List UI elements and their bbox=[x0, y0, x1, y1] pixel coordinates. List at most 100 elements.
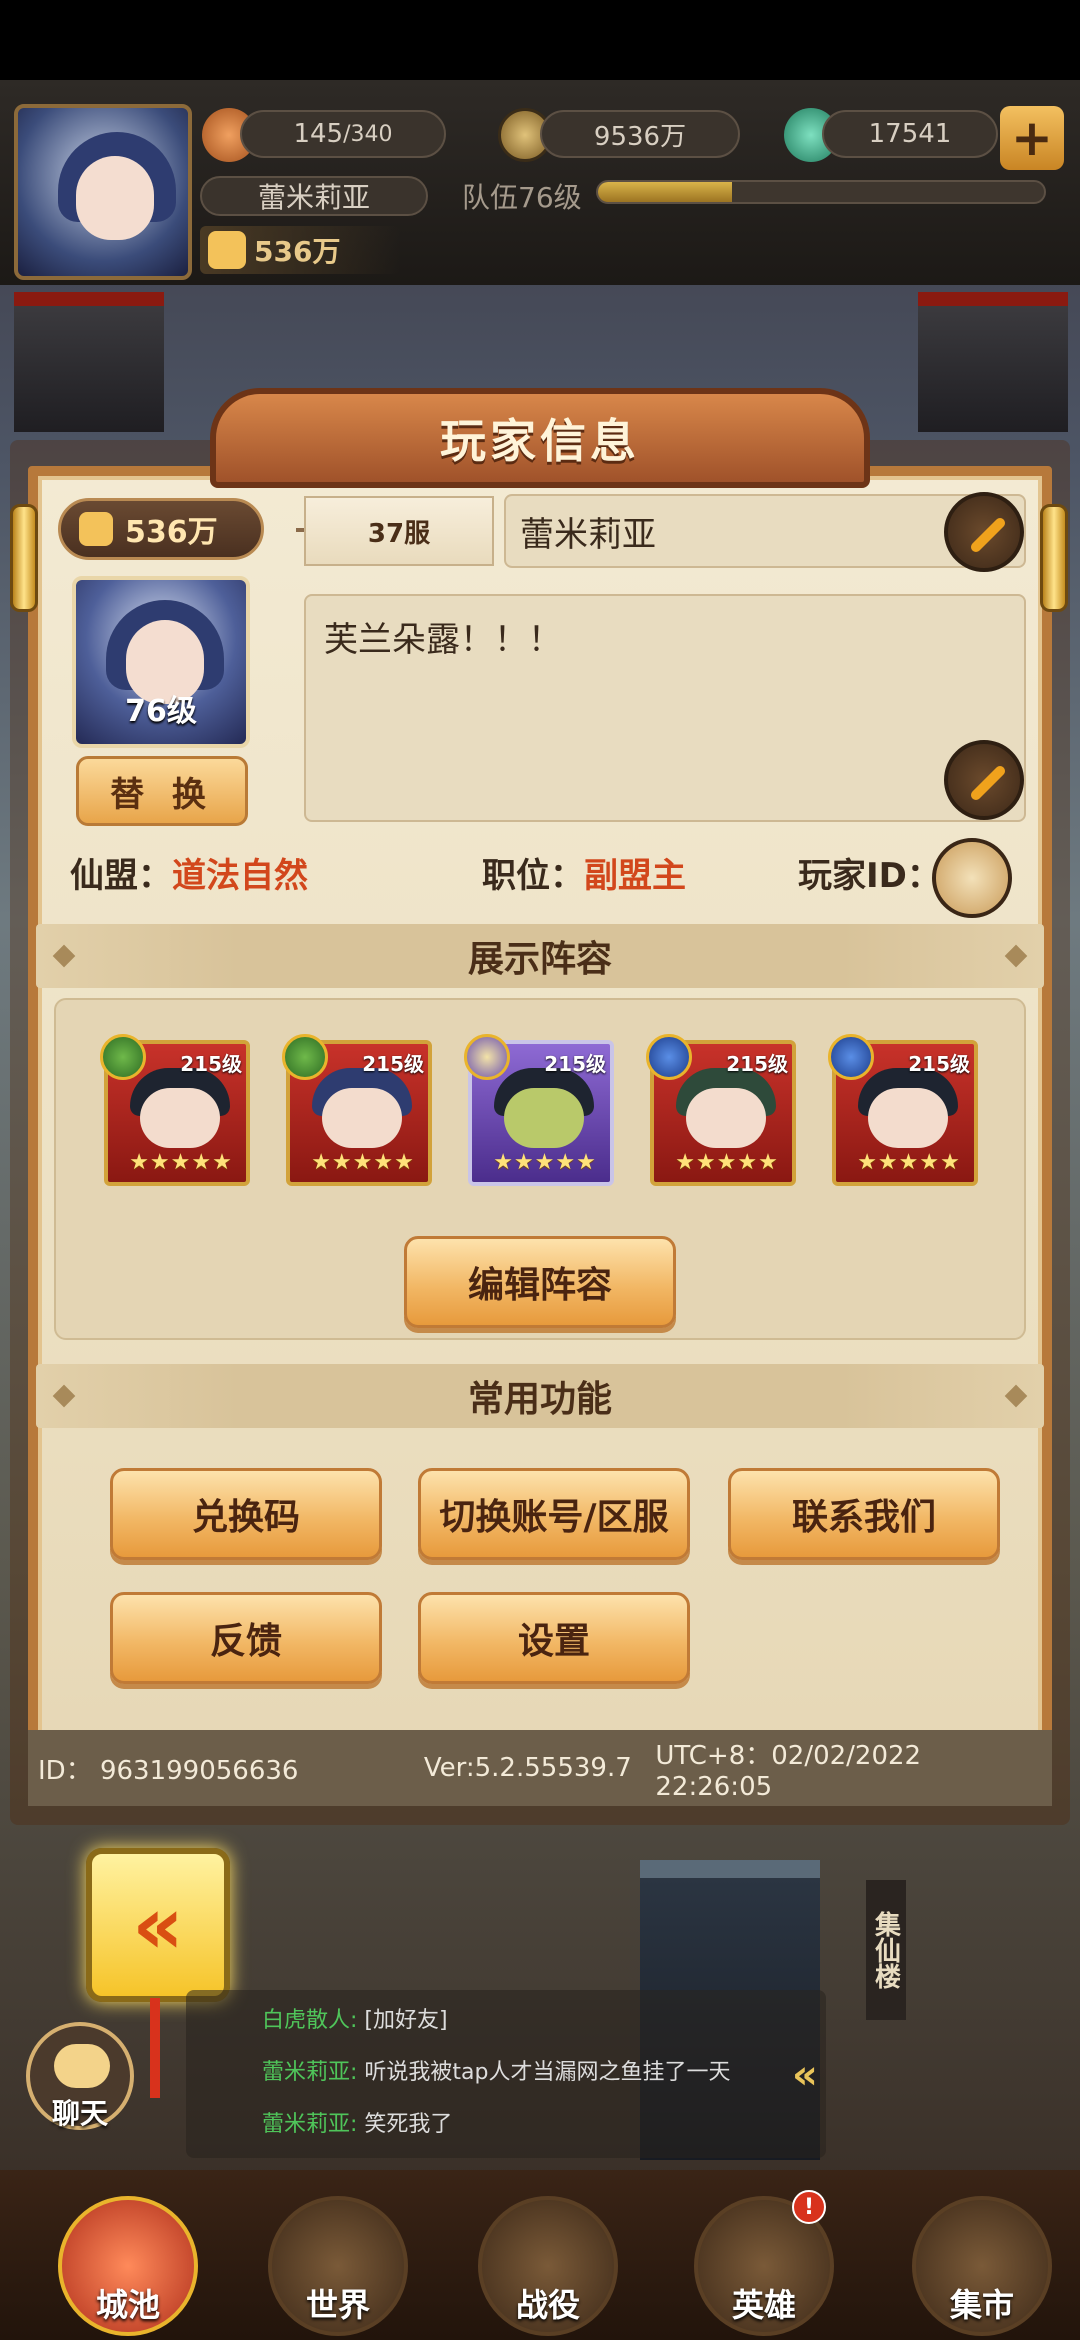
hero-stars: ★★★★★ bbox=[857, 1150, 961, 1175]
tab-label: 集市 bbox=[949, 2286, 1014, 2324]
hero-card[interactable]: 215级 ★★★★★ bbox=[464, 1034, 614, 1186]
lineup-section-header: 展示阵容 bbox=[36, 924, 1044, 988]
edit-name-button[interactable] bbox=[944, 492, 1024, 572]
tab-label: 战役 bbox=[515, 2286, 580, 2324]
diamond-decor-icon bbox=[52, 944, 76, 968]
moon-element-icon bbox=[464, 1034, 510, 1080]
chat-line: 白虎散人: [加好友] bbox=[262, 2002, 448, 2034]
guild-value: 道法自然 bbox=[172, 856, 308, 896]
tab-market[interactable]: 集市 bbox=[912, 2196, 1052, 2336]
role-value: 副盟主 bbox=[584, 856, 686, 896]
profile-avatar[interactable]: 76级 bbox=[72, 576, 250, 748]
hero-card[interactable]: 215级 ★★★★★ bbox=[100, 1034, 250, 1186]
drop-stick bbox=[150, 1998, 160, 2098]
water-element-icon bbox=[646, 1034, 692, 1080]
settings-button[interactable]: 设置 bbox=[418, 1592, 690, 1684]
tab-world[interactable]: 世界 bbox=[268, 2196, 408, 2336]
switch-account-button[interactable]: 切换账号/区服 bbox=[418, 1468, 690, 1560]
team-xp-bar bbox=[596, 180, 1046, 204]
hero-stars: ★★★★★ bbox=[129, 1150, 233, 1175]
hero-level: 215级 bbox=[180, 1052, 242, 1076]
tab-city[interactable]: 城池 bbox=[58, 2196, 198, 2336]
chat-line: 蕾米莉亚: 笑死我了 bbox=[262, 2106, 452, 2138]
power-value: 536万 bbox=[125, 515, 218, 550]
signature-text: 芙兰朵露！！！ bbox=[324, 620, 562, 660]
fist-power-icon bbox=[208, 231, 246, 269]
chat-sender: 白虎散人: bbox=[262, 2008, 358, 2033]
wood-element-icon bbox=[100, 1034, 146, 1080]
player-id-label: 玩家ID： bbox=[798, 856, 941, 896]
gold-counter: 9536万 bbox=[540, 110, 740, 158]
chat-button-label: 聊天 bbox=[51, 2097, 108, 2130]
signature-box[interactable]: 芙兰朵露！！！ bbox=[304, 594, 1026, 822]
team-level-label: 队伍76级 bbox=[462, 181, 582, 214]
hero-stars: ★★★★★ bbox=[311, 1150, 415, 1175]
chat-text: 笑死我了 bbox=[364, 2112, 453, 2137]
power-pill: 536万 bbox=[58, 498, 264, 560]
lineup-section-title: 展示阵容 bbox=[467, 939, 612, 980]
stamina-max: /340 bbox=[343, 121, 393, 147]
hero-face bbox=[868, 1088, 948, 1148]
diamond-decor-icon bbox=[52, 1384, 76, 1408]
right-lantern-decor bbox=[918, 292, 1068, 432]
hero-card[interactable]: 215级 ★★★★★ bbox=[282, 1034, 432, 1186]
hero-level: 215级 bbox=[908, 1052, 970, 1076]
chat-sender: 蕾米莉亚: bbox=[262, 2060, 358, 2085]
stamina-counter: 145/340 bbox=[240, 110, 446, 158]
timestamp: UTC+8：02/02/2022 22:26:05 bbox=[655, 1740, 922, 1802]
hud-power-value: 536万 bbox=[254, 235, 341, 268]
player-avatar[interactable] bbox=[14, 104, 192, 280]
recharge-plus-button[interactable]: + bbox=[1000, 106, 1064, 170]
hero-card[interactable]: 215级 ★★★★★ bbox=[828, 1034, 978, 1186]
diamond-decor-icon bbox=[1004, 1384, 1028, 1408]
server-tag: 37服 bbox=[304, 496, 494, 566]
fist-power-icon bbox=[79, 512, 113, 546]
account-id: ID： 963199056636 bbox=[38, 1755, 299, 1786]
hero-face bbox=[686, 1088, 766, 1148]
version-text: Ver:5.2.55539.7 bbox=[423, 1753, 632, 1783]
jade-counter: 17541 bbox=[822, 110, 998, 158]
back-button[interactable]: « bbox=[86, 1848, 230, 2002]
wood-element-icon bbox=[282, 1034, 328, 1080]
chat-line: 蕾米莉亚: 听说我被tap人才当漏网之鱼挂了一天 bbox=[262, 2054, 731, 2086]
background-sign: 集仙楼 bbox=[866, 1880, 906, 2020]
copy-id-button[interactable] bbox=[932, 838, 1012, 918]
swap-avatar-button[interactable]: 替 换 bbox=[76, 756, 248, 826]
right-gold-ornament bbox=[1040, 504, 1068, 612]
notification-badge: ! bbox=[792, 2190, 826, 2224]
role-row: 职位： 副盟主 bbox=[482, 848, 686, 897]
guild-row: 仙盟： 道法自然 bbox=[70, 848, 308, 897]
avatar-level: 76级 bbox=[125, 694, 197, 729]
left-gold-ornament bbox=[10, 504, 38, 612]
tab-label: 城池 bbox=[95, 2286, 160, 2324]
hero-card[interactable]: 215级 ★★★★★ bbox=[646, 1034, 796, 1186]
chat-panel[interactable]: 白虎散人: [加好友] 蕾米莉亚: 听说我被tap人才当漏网之鱼挂了一天 蕾米莉… bbox=[186, 1990, 826, 2158]
tab-label: 世界 bbox=[305, 2286, 370, 2324]
left-lantern-decor bbox=[14, 292, 164, 432]
hero-level: 215级 bbox=[544, 1052, 606, 1076]
edit-lineup-button[interactable]: 编辑阵容 bbox=[404, 1236, 676, 1328]
stamina-value: 145 bbox=[293, 119, 344, 149]
hud-player-name: 蕾米莉亚 bbox=[200, 176, 428, 216]
contact-us-button[interactable]: 联系我们 bbox=[728, 1468, 1000, 1560]
guild-label: 仙盟： bbox=[70, 856, 172, 896]
redeem-code-button[interactable]: 兑换码 bbox=[110, 1468, 382, 1560]
hero-stars: ★★★★★ bbox=[493, 1150, 597, 1175]
role-label: 职位： bbox=[482, 856, 584, 896]
tab-battle[interactable]: 战役 bbox=[478, 2196, 618, 2336]
chat-text: 听说我被tap人才当漏网之鱼挂了一天 bbox=[364, 2060, 731, 2085]
chat-expand-icon[interactable]: « bbox=[792, 2052, 818, 2098]
water-element-icon bbox=[828, 1034, 874, 1080]
chat-button[interactable]: 聊天 bbox=[26, 2022, 134, 2130]
edit-signature-button[interactable] bbox=[944, 740, 1024, 820]
dialog-title: 玩家信息 bbox=[210, 388, 870, 488]
hero-face bbox=[322, 1088, 402, 1148]
hero-stars: ★★★★★ bbox=[675, 1150, 779, 1175]
feedback-button[interactable]: 反馈 bbox=[110, 1592, 382, 1684]
diamond-decor-icon bbox=[1004, 944, 1028, 968]
hud-power-row: 536万 bbox=[200, 226, 400, 274]
hero-level: 215级 bbox=[362, 1052, 424, 1076]
hero-face bbox=[140, 1088, 220, 1148]
hero-level: 215级 bbox=[726, 1052, 788, 1076]
speech-bubble-icon bbox=[54, 2044, 110, 2088]
